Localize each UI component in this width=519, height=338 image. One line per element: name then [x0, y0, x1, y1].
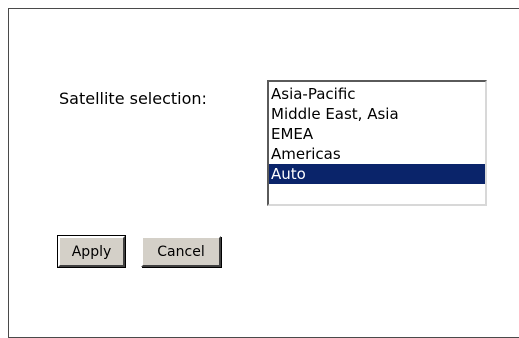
satellite-option-middle-east-asia[interactable]: Middle East, Asia	[269, 104, 485, 124]
satellite-option-auto[interactable]: Auto	[269, 164, 485, 184]
satellite-option-americas[interactable]: Americas	[269, 144, 485, 164]
satellite-selection-listbox[interactable]: Asia-Pacific Middle East, Asia EMEA Amer…	[267, 80, 487, 206]
satellite-option-asia-pacific[interactable]: Asia-Pacific	[269, 84, 485, 104]
satellite-option-emea[interactable]: EMEA	[269, 124, 485, 144]
cancel-button[interactable]: Cancel	[141, 236, 221, 267]
settings-panel: Satellite selection: Asia-Pacific Middle…	[8, 8, 519, 338]
satellite-selection-label: Satellite selection:	[59, 89, 207, 108]
apply-button[interactable]: Apply	[57, 235, 126, 268]
